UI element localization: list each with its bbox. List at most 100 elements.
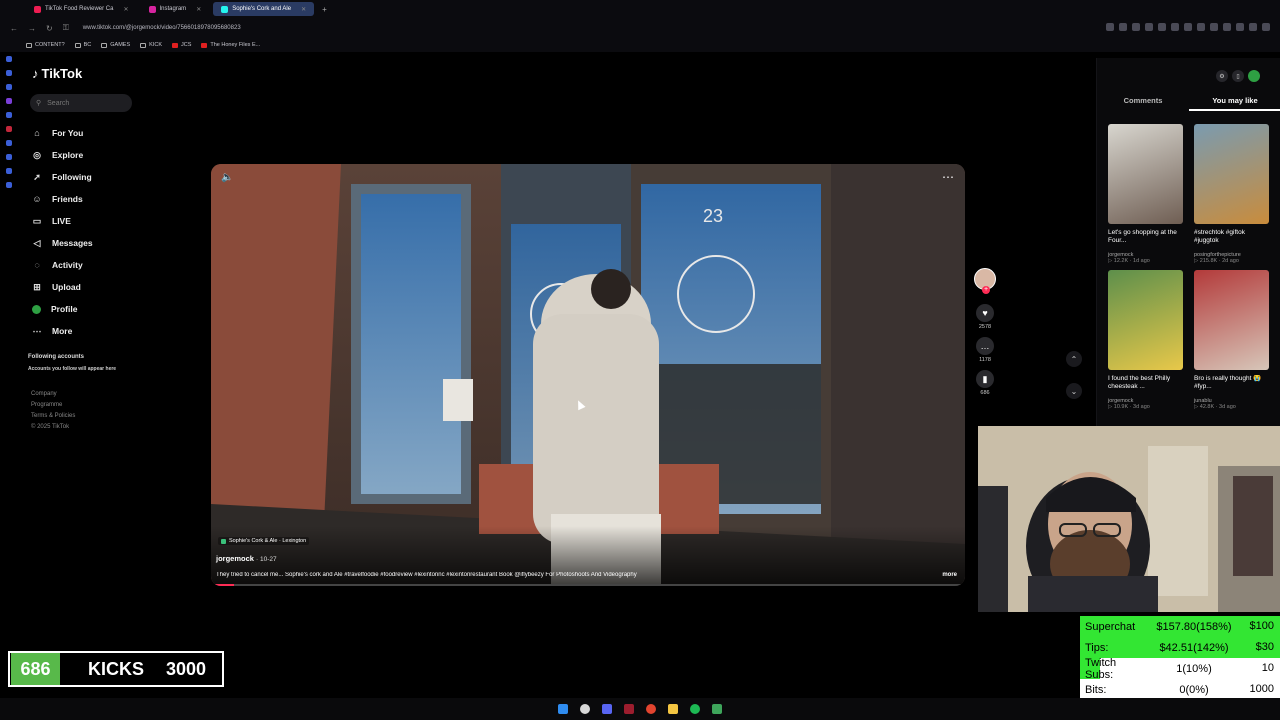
author-name[interactable]: jorgemock	[216, 554, 254, 563]
extension-icon[interactable]	[1197, 23, 1205, 31]
sidebar-app-icon[interactable]	[6, 70, 12, 76]
sidebar-app-icon[interactable]	[6, 182, 12, 188]
chrome-icon[interactable]	[646, 704, 656, 714]
nav-item-more[interactable]: ⋯ More	[32, 320, 152, 342]
recommended-video-card[interactable]: Let's go shopping at the Four... jorgemoc…	[1108, 124, 1183, 264]
tiktok-logo[interactable]: ♪ TikTok	[32, 66, 82, 81]
profile-avatar-icon[interactable]	[1248, 70, 1260, 82]
goal-value: 1(10%)	[1176, 662, 1212, 675]
recommended-video-card[interactable]: Bro is really thought 😭 #fyp... junablu ▷ …	[1194, 270, 1269, 410]
search-input[interactable]: ⚲ Search	[30, 94, 132, 112]
sidebar-app-icon[interactable]	[6, 84, 12, 90]
tab-you-may-like[interactable]: You may like	[1189, 96, 1280, 111]
video-progress-fill	[211, 584, 234, 586]
sidebar-app-icon[interactable]	[6, 112, 12, 118]
reload-icon[interactable]: ↻	[46, 24, 53, 33]
extension-icon[interactable]	[1262, 23, 1270, 31]
phone-icon[interactable]: ▯	[1232, 70, 1244, 82]
app-icon[interactable]	[624, 704, 634, 714]
extension-icon[interactable]	[1145, 23, 1153, 31]
close-icon[interactable]: ✕	[301, 6, 306, 13]
video-thumbnail[interactable]	[1108, 270, 1183, 370]
goal-name: Bits:	[1085, 683, 1107, 696]
recommended-video-card[interactable]: #strechtok #giftok #juggtok posingforthep…	[1194, 124, 1269, 264]
sidebar-app-icon[interactable]	[6, 98, 12, 104]
browser-tab-1[interactable]: Instagram ✕	[141, 2, 210, 16]
tiktok-favicon-icon	[221, 5, 229, 13]
app-icon[interactable]	[712, 704, 722, 714]
nav-item-live[interactable]: ▭ LIVE	[32, 210, 152, 232]
chevron-down-icon[interactable]: ⌄	[1066, 383, 1082, 399]
sidebar-app-icon[interactable]	[6, 56, 12, 62]
new-tab-button[interactable]: +	[322, 5, 327, 14]
bookmark-item[interactable]: BC	[74, 42, 91, 48]
recommended-video-card[interactable]: I found the best Philly cheesteak ... jor…	[1108, 270, 1183, 410]
extension-icon[interactable]	[1184, 23, 1192, 31]
extension-icon[interactable]	[1210, 23, 1218, 31]
extension-icon[interactable]	[1119, 23, 1127, 31]
spotify-icon[interactable]	[690, 704, 700, 714]
url-text[interactable]: www.tiktok.com/@jorgemock/video/75660189…	[83, 25, 241, 31]
chevron-up-icon[interactable]: ⌃	[1066, 351, 1082, 367]
discord-icon[interactable]	[602, 704, 612, 714]
video-progress-bar[interactable]	[211, 584, 965, 586]
video-author[interactable]: jorgemock · 10-27	[216, 554, 277, 563]
video-thumbnail[interactable]	[1194, 124, 1269, 224]
close-icon[interactable]: ✕	[123, 6, 128, 13]
extension-icon[interactable]	[1171, 23, 1179, 31]
extension-icon[interactable]	[1223, 23, 1231, 31]
nav-item-friends[interactable]: ☺ Friends	[32, 188, 152, 210]
bookmark-item[interactable]: JCS	[172, 42, 191, 48]
more-options-icon[interactable]: ⋯	[942, 170, 955, 184]
extension-icon[interactable]	[1158, 23, 1166, 31]
extension-icon[interactable]	[1106, 23, 1114, 31]
video-thumbnail[interactable]	[1194, 270, 1269, 370]
close-icon[interactable]: ✕	[196, 6, 201, 13]
nav-item-profile[interactable]: Profile	[32, 298, 152, 320]
folder-icon[interactable]	[668, 704, 678, 714]
nav-item-for-you[interactable]: ⌂ For You	[32, 122, 152, 144]
caption-more-link[interactable]: more	[942, 572, 957, 578]
video-thumbnail[interactable]	[1108, 124, 1183, 224]
footer-link-terms[interactable]: Terms & Policies	[31, 413, 75, 419]
footer-link-programme[interactable]: Programme	[31, 402, 75, 408]
bookmark-item[interactable]: CONTENT?	[26, 42, 65, 48]
extension-icon[interactable]	[1236, 23, 1244, 31]
back-icon[interactable]: ←	[10, 24, 18, 33]
author-avatar[interactable]: +	[974, 268, 996, 294]
video-caption: They tried to cancel me... Sophie's cork…	[216, 572, 637, 578]
nav-item-explore[interactable]: ◎ Explore	[32, 144, 152, 166]
video-player[interactable]: 23 🔈 ⋯ Sophie's Cork & Ale · Lexington j…	[211, 164, 965, 586]
nav-item-activity[interactable]: ◌ Activity	[32, 254, 152, 276]
like-icon[interactable]: ♥	[976, 304, 994, 322]
sidebar-app-icon[interactable]	[6, 140, 12, 146]
location-label: Sophie's Cork & Ale · Lexington	[229, 538, 307, 544]
nav-item-messages[interactable]: ◁ Messages	[32, 232, 152, 254]
sidebar-app-icon[interactable]	[6, 168, 12, 174]
mute-icon[interactable]: 🔈	[221, 172, 233, 183]
bookmark-item[interactable]: The Honey Files E...	[201, 42, 260, 48]
windows-start-icon[interactable]	[558, 704, 568, 714]
sidebar-app-icon[interactable]	[6, 126, 12, 132]
browser-tab-0[interactable]: TikTok Food Reviewer Ca ✕	[26, 2, 137, 16]
nav-item-following[interactable]: ➚ Following	[32, 166, 152, 188]
tab-comments[interactable]: Comments	[1097, 96, 1189, 111]
follow-plus-icon[interactable]: +	[982, 286, 990, 294]
bookmark-item[interactable]: GAMES	[101, 42, 130, 48]
goal-row: Bits: 0(0%) 1000	[1080, 679, 1280, 700]
goal-name: Tips:	[1085, 641, 1109, 654]
browser-tab-2[interactable]: Sophie's Cork and Ale ✕	[213, 2, 315, 16]
bookmark-icon[interactable]: ▮	[976, 370, 994, 388]
extension-icon[interactable]	[1132, 23, 1140, 31]
comment-icon[interactable]: …	[976, 337, 994, 355]
extension-icon[interactable]	[1249, 23, 1257, 31]
forward-icon[interactable]: →	[28, 24, 36, 33]
footer-link-company[interactable]: Company	[31, 391, 75, 397]
search-icon[interactable]	[580, 704, 590, 714]
nav-item-upload[interactable]: ⊞ Upload	[32, 276, 152, 298]
sidebar-app-icon[interactable]	[6, 154, 12, 160]
location-tag[interactable]: Sophie's Cork & Ale · Lexington	[218, 537, 310, 545]
logo-text: TikTok	[41, 66, 83, 81]
settings-icon[interactable]: ⚙	[1216, 70, 1228, 82]
bookmark-item[interactable]: KICK	[140, 42, 162, 48]
